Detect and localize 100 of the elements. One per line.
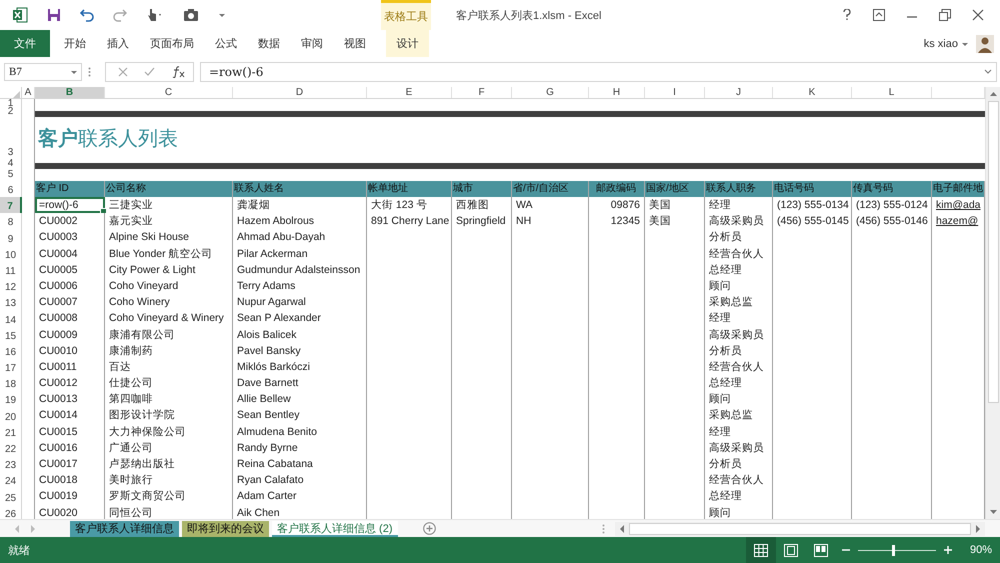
vertical-scrollbar[interactable]	[985, 87, 1000, 519]
add-sheet-icon[interactable]	[422, 522, 436, 535]
row-header[interactable]: 13	[0, 294, 22, 310]
normal-view-button[interactable]	[746, 537, 776, 563]
scroll-left-icon[interactable]	[619, 524, 625, 532]
ribbon-tab[interactable]: 数据	[249, 30, 289, 57]
column-header[interactable]: E	[367, 87, 452, 98]
row-header[interactable]: 7	[0, 197, 22, 214]
row-header[interactable]: 20	[0, 407, 22, 424]
avatar-icon[interactable]	[976, 34, 994, 52]
column-header[interactable]: G	[512, 87, 589, 98]
row-header[interactable]: 12	[0, 278, 22, 294]
table-cell: 经理	[709, 426, 731, 438]
row-header[interactable]: 8	[0, 213, 22, 230]
ribbon-tab[interactable]: 页面布局	[141, 30, 203, 57]
check-icon[interactable]	[144, 67, 155, 77]
column-header[interactable]: L	[852, 87, 932, 98]
page-icon	[784, 544, 798, 556]
row-header[interactable]: 10	[0, 246, 22, 262]
email-link[interactable]: kim@ada	[936, 199, 981, 211]
cancel-icon[interactable]	[118, 67, 128, 77]
scroll-down-icon[interactable]	[988, 509, 998, 515]
row-header[interactable]: 25	[0, 488, 22, 505]
table-cell: 百达	[109, 360, 131, 373]
ribbon-display-icon[interactable]	[873, 9, 885, 21]
table-cell: Blue Yonder 航空公司	[109, 248, 213, 260]
column-header[interactable]: B	[35, 87, 105, 98]
row-header[interactable]: 17	[0, 358, 22, 376]
row-header[interactable]: 5	[0, 169, 22, 181]
table-header-cell: 客户 ID	[35, 181, 105, 197]
undo-icon[interactable]	[80, 8, 94, 22]
column-header[interactable]: H	[589, 87, 645, 98]
row-header[interactable]: 15	[0, 326, 22, 343]
caret-icon[interactable]	[962, 40, 968, 46]
active-cell[interactable]: =row()-6	[35, 197, 105, 214]
row-header[interactable]: 14	[0, 310, 22, 326]
row-header[interactable]: 21	[0, 424, 22, 440]
table-cell: CU0011	[35, 358, 105, 376]
scroll-up-icon[interactable]	[988, 91, 998, 97]
table-cell: Adam Carter	[237, 490, 297, 502]
restore-icon[interactable]	[939, 9, 951, 21]
table-cell: Miklós Barkóczi	[237, 360, 310, 373]
row-header[interactable]: 22	[0, 440, 22, 456]
table-cell: Nupur Agarwal	[237, 296, 306, 308]
caret-icon[interactable]	[71, 69, 77, 75]
zoom-slider[interactable]	[892, 544, 896, 556]
table-cell: 经营合伙人	[709, 248, 764, 260]
table-cell: CU0002	[35, 213, 105, 230]
column-header[interactable]: K	[773, 87, 852, 98]
row-header[interactable]: 3	[0, 117, 22, 159]
sheet-tab[interactable]: 客户联系人详细信息	[70, 520, 179, 536]
sheet-tab[interactable]: 即将到来的会议	[182, 520, 269, 536]
sheet-title: 客户联系人列表	[38, 126, 178, 152]
scroll-right-icon[interactable]	[975, 524, 981, 532]
ribbon-tab[interactable]: 视图	[335, 30, 375, 57]
sheet-tab[interactable]: 客户联系人详细信息 (2)	[272, 520, 398, 536]
expand-icon[interactable]	[984, 69, 992, 75]
ribbon-tab[interactable]: 开始	[55, 30, 95, 57]
row-header[interactable]: 24	[0, 472, 22, 488]
row-header[interactable]: 1	[0, 99, 22, 107]
customize-dropdown-icon[interactable]	[218, 11, 226, 19]
table-cell: CU0013	[35, 391, 105, 408]
help-icon[interactable]	[842, 9, 852, 21]
row-header[interactable]: 11	[0, 262, 22, 278]
ribbon-tab[interactable]: 插入	[98, 30, 138, 57]
row-header[interactable]: 2	[0, 107, 22, 117]
column-header[interactable]: J	[705, 87, 773, 98]
row-header[interactable]: 4	[0, 159, 22, 169]
name-box[interactable]: B7	[4, 63, 82, 81]
ribbon-tab[interactable]: 公式	[206, 30, 246, 57]
table-cell: 三捷实业	[109, 199, 153, 211]
user-name[interactable]: ks xiao	[924, 38, 958, 50]
zoom-in-icon[interactable]	[944, 546, 952, 554]
table-cell: 分析员	[709, 458, 742, 470]
table-cell: 总经理	[709, 377, 742, 390]
row-header[interactable]: 9	[0, 229, 22, 246]
row-header[interactable]: 19	[0, 391, 22, 408]
email-link[interactable]: hazem@	[936, 215, 978, 228]
table-cell: 仕捷公司	[109, 377, 153, 390]
table-cell: 卢瑟纳出版社	[109, 458, 175, 470]
column-header[interactable]: F	[452, 87, 512, 98]
touch-mode-icon[interactable]	[146, 8, 164, 22]
file-tab[interactable]: 文件	[0, 30, 50, 57]
table-cell: 美时旅行	[109, 474, 153, 486]
column-header[interactable]: C	[105, 87, 233, 98]
splitter-icon[interactable]	[88, 67, 91, 77]
row-header[interactable]: 23	[0, 456, 22, 472]
row-header[interactable]: 16	[0, 342, 22, 359]
horizontal-scrollbar[interactable]	[615, 522, 985, 536]
column-header[interactable]: I	[645, 87, 705, 98]
camera-icon[interactable]	[183, 8, 199, 22]
function-icon[interactable]	[171, 66, 185, 78]
column-header[interactable]: D	[233, 87, 367, 98]
row-header[interactable]: 18	[0, 375, 22, 392]
close-icon[interactable]	[972, 9, 984, 21]
zoom-level[interactable]: 90%	[970, 544, 992, 556]
formula-input[interactable]: =row()-6	[200, 62, 997, 82]
redo-icon[interactable]	[113, 8, 127, 22]
table-header-cell: 传真号码	[852, 181, 932, 197]
ribbon-tab[interactable]: 审阅	[292, 30, 332, 57]
